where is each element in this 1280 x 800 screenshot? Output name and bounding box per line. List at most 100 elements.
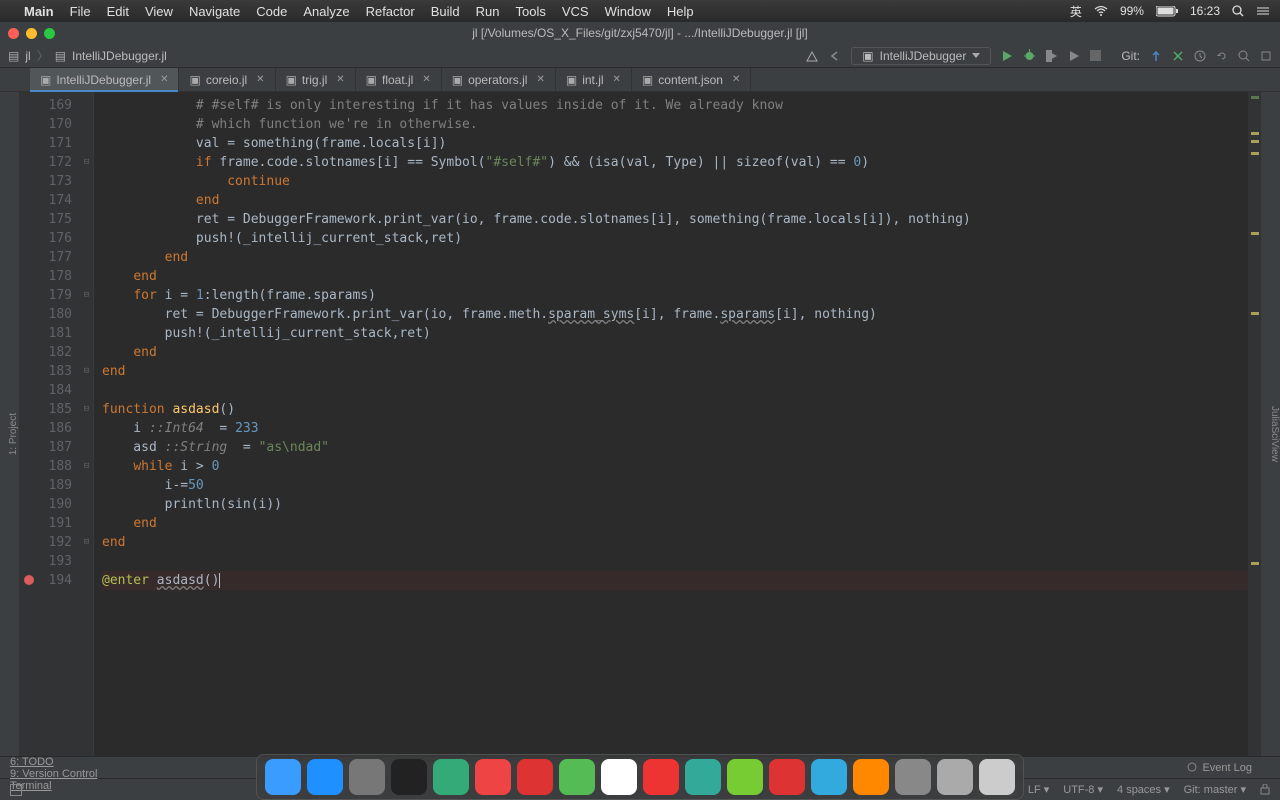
close-icon[interactable]: ✕ [160, 74, 168, 85]
dock-intellij-icon[interactable] [853, 759, 889, 795]
spotlight-icon[interactable] [1232, 5, 1244, 17]
breadcrumb-file[interactable]: IntelliJDebugger.jl [72, 49, 167, 63]
tool-1-project[interactable]: 1: Project [8, 413, 19, 455]
menu-app[interactable]: Main [24, 4, 54, 19]
ide-settings-button[interactable] [1260, 50, 1272, 62]
git-history-button[interactable] [1194, 50, 1206, 62]
dock-qq-icon[interactable] [601, 759, 637, 795]
error-stripe[interactable] [1248, 92, 1260, 756]
window-controls [8, 28, 55, 39]
window-titlebar: jl [/Volumes/OS_X_Files/git/zxj5470/jl] … [0, 22, 1280, 44]
tab-coreio-jl[interactable]: ▣coreio.jl✕ [179, 68, 275, 91]
close-icon[interactable]: ✕ [336, 74, 344, 85]
dock-music-icon[interactable] [517, 759, 553, 795]
git-commit-button[interactable] [1172, 50, 1184, 62]
dock-x-icon[interactable] [895, 759, 931, 795]
file-encoding[interactable]: UTF-8 ▾ [1063, 783, 1103, 796]
menu-edit[interactable]: Edit [107, 4, 129, 19]
coverage-button[interactable] [1046, 50, 1058, 62]
toolwindow-9-version-control[interactable]: 9: Version Control [10, 768, 97, 780]
battery-icon [1156, 6, 1178, 17]
tab-label: coreio.jl [206, 73, 247, 87]
breadcrumb-project[interactable]: jl [25, 49, 30, 63]
indent-info[interactable]: 4 spaces ▾ [1117, 783, 1170, 796]
dock-app-icon[interactable] [937, 759, 973, 795]
dock-trash-icon[interactable] [979, 759, 1015, 795]
clock[interactable]: 16:23 [1190, 4, 1220, 18]
close-icon[interactable]: ✕ [732, 74, 740, 85]
run-config-selector[interactable]: ▣ IntelliJDebugger [851, 47, 991, 65]
close-icon[interactable]: ✕ [613, 74, 621, 85]
breakpoint-icon[interactable] [24, 575, 34, 585]
line-ending[interactable]: LF ▾ [1028, 783, 1049, 796]
profile-button[interactable] [1068, 50, 1080, 62]
close-icon[interactable]: ✕ [256, 74, 264, 85]
git-update-button[interactable] [1150, 50, 1162, 62]
run-button[interactable] [1001, 50, 1013, 62]
menu-view[interactable]: View [145, 4, 173, 19]
file-icon: ▣ [366, 73, 377, 87]
menu-analyze[interactable]: Analyze [303, 4, 349, 19]
right-tool-stripe: JuliaSciViewMavenAnt Build7: Structure [1260, 92, 1280, 756]
tab-content-json[interactable]: ▣content.json✕ [632, 68, 751, 91]
dock-finder-icon[interactable] [265, 759, 301, 795]
menu-tools[interactable]: Tools [516, 4, 546, 19]
dock-dict-icon[interactable] [769, 759, 805, 795]
event-log-button[interactable]: Event Log [1187, 762, 1252, 774]
menu-run[interactable]: Run [476, 4, 500, 19]
tab-float-jl[interactable]: ▣float.jl✕ [356, 68, 442, 91]
search-everywhere-button[interactable] [1238, 50, 1250, 62]
dock-terminal-icon[interactable] [391, 759, 427, 795]
close-icon[interactable]: ✕ [422, 74, 430, 85]
menu-help[interactable]: Help [667, 4, 694, 19]
zoom-button[interactable] [44, 28, 55, 39]
fold-gutter[interactable]: ⊟⊟⊟⊟⊟⊟ [80, 92, 94, 756]
tab-trig-jl[interactable]: ▣trig.jl✕ [276, 68, 356, 91]
nav-back-button[interactable] [829, 50, 841, 62]
menu-navigate[interactable]: Navigate [189, 4, 240, 19]
toolwindow-6-todo[interactable]: 6: TODO [10, 756, 97, 768]
debug-button[interactable] [1023, 49, 1036, 62]
left-tool-stripe: 1: Project [0, 92, 20, 756]
menu-window[interactable]: Window [605, 4, 651, 19]
dock-appstore-icon[interactable] [307, 759, 343, 795]
menu-vcs[interactable]: VCS [562, 4, 589, 19]
menu-refactor[interactable]: Refactor [366, 4, 415, 19]
dock-activity-icon[interactable] [433, 759, 469, 795]
editor-area: 1: Project 16917017117217317417517617717… [0, 92, 1280, 756]
dock-telegram-icon[interactable] [811, 759, 847, 795]
line-number-gutter[interactable]: 1691701711721731741751761771781791801811… [20, 92, 80, 756]
menu-code[interactable]: Code [256, 4, 287, 19]
dock-code-icon[interactable] [685, 759, 721, 795]
git-branch[interactable]: Git: master ▾ [1184, 783, 1246, 796]
dock-settings-icon[interactable] [349, 759, 385, 795]
close-icon[interactable]: ✕ [536, 74, 544, 85]
build-button[interactable] [805, 49, 819, 63]
editor-tabs: ▣IntelliJDebugger.jl✕▣coreio.jl✕▣trig.jl… [0, 68, 1280, 92]
run-icon: ▣ [862, 49, 873, 63]
menu-file[interactable]: File [70, 4, 91, 19]
tool-juliasciview[interactable]: JuliaSciView [1269, 406, 1280, 462]
dock-chrome-icon[interactable] [475, 759, 511, 795]
dock-studio-icon[interactable] [727, 759, 763, 795]
close-button[interactable] [8, 28, 19, 39]
dock-g-icon[interactable] [643, 759, 679, 795]
tab-operators-jl[interactable]: ▣operators.jl✕ [442, 68, 556, 91]
run-config-label: IntelliJDebugger [880, 49, 967, 63]
minimize-button[interactable] [26, 28, 37, 39]
status-icon[interactable] [10, 784, 22, 796]
lock-icon[interactable] [1260, 784, 1270, 795]
menu-build[interactable]: Build [431, 4, 460, 19]
wifi-icon[interactable] [1094, 6, 1108, 16]
tab-intellijdebugger-jl[interactable]: ▣IntelliJDebugger.jl✕ [30, 68, 179, 91]
code-content[interactable]: # #self# is only interesting if it has v… [94, 92, 1248, 756]
toolwindow-terminal[interactable]: Terminal [10, 780, 97, 792]
tab-int-jl[interactable]: ▣int.jl✕ [556, 68, 632, 91]
code-editor[interactable]: 1691701711721731741751761771781791801811… [20, 92, 1260, 756]
window-title: jl [/Volumes/OS_X_Files/git/zxj5470/jl] … [472, 26, 807, 40]
git-revert-button[interactable] [1216, 50, 1228, 62]
stop-button[interactable] [1090, 50, 1101, 61]
dock-mini-icon[interactable] [559, 759, 595, 795]
control-center-icon[interactable] [1256, 6, 1270, 16]
tray-ime[interactable]: 英 [1070, 3, 1082, 20]
